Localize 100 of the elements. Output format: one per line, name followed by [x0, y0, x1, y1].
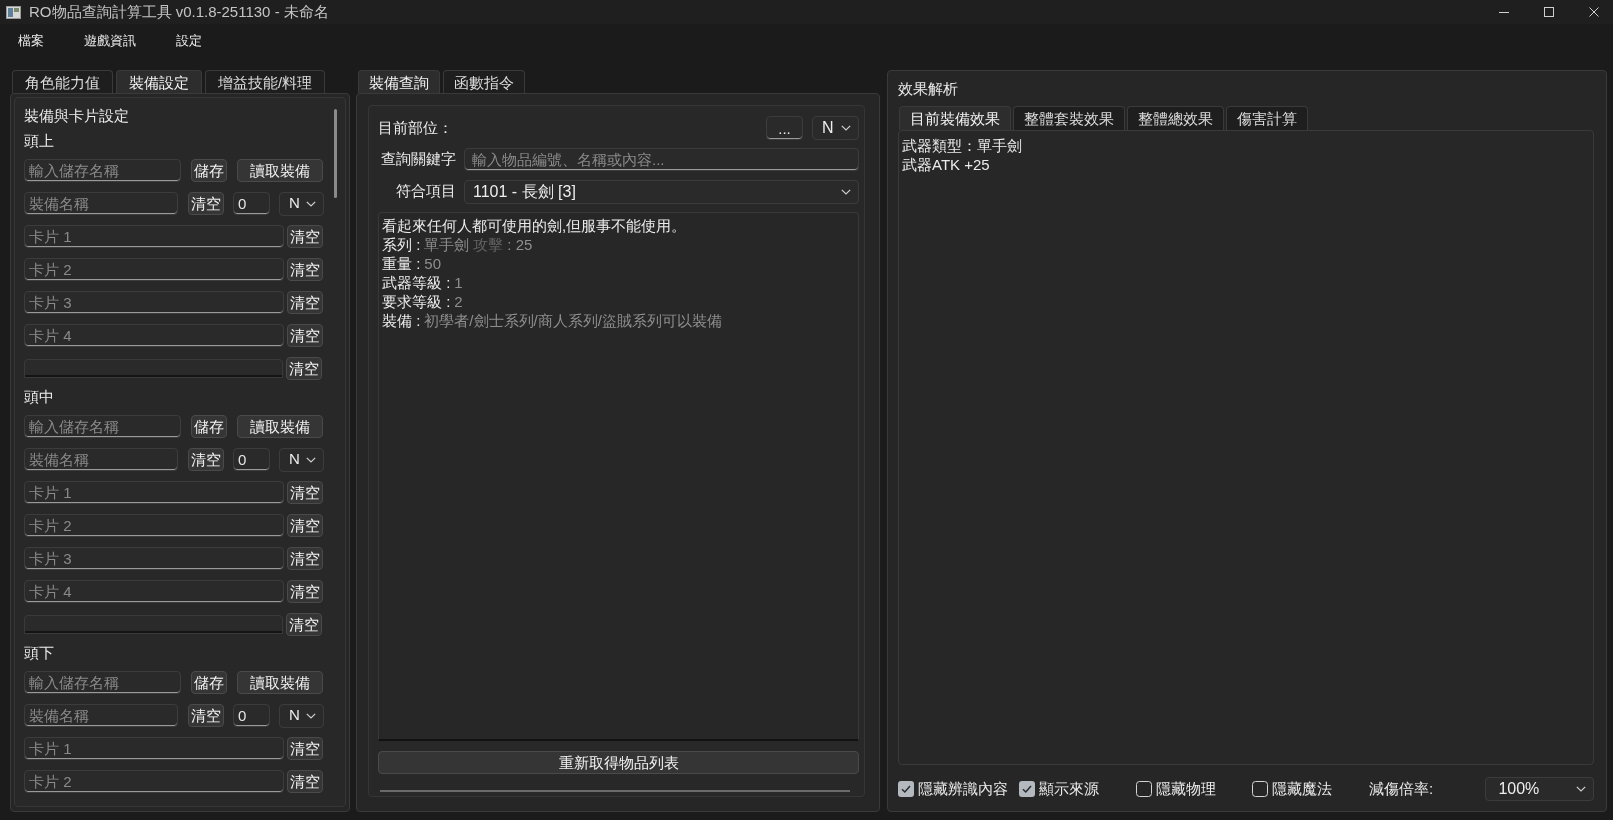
slot-label: 頭中: [24, 387, 54, 407]
checkbox[interactable]: [1252, 781, 1269, 797]
field-label: 查詢關鍵字: [381, 149, 456, 170]
grade-dropdown[interactable]: N: [279, 703, 324, 728]
tab[interactable]: 目前裝備效果: [899, 106, 1011, 130]
description-line: 看起來任何人都可使用的劍,但服事不能使用。: [382, 216, 687, 235]
card-field[interactable]: 卡片 2: [24, 514, 284, 537]
grade-dropdown[interactable]: N: [279, 447, 324, 472]
tab[interactable]: 裝備設定: [116, 70, 202, 93]
field-label: 減傷倍率:: [1368, 778, 1434, 799]
card-field[interactable]: 卡片 1: [24, 225, 284, 248]
clear-button[interactable]: 清空: [188, 192, 224, 215]
save-button[interactable]: 儲存: [191, 671, 227, 694]
load-button[interactable]: 讀取裝備: [237, 671, 323, 694]
clear-button[interactable]: 清空: [286, 613, 322, 636]
tab[interactable]: 整體總效果: [1127, 106, 1224, 130]
maximize-icon[interactable]: [1544, 7, 1554, 17]
refine-field[interactable]: 0: [233, 192, 270, 215]
slot-label: 頭上: [24, 131, 54, 151]
load-button[interactable]: 讀取裝備: [237, 415, 323, 438]
description-line: 裝備 : 初學者/劍士系列/商人系列/盜賊系列可以裝備: [382, 311, 722, 330]
equipment-name-field[interactable]: 裝備名稱: [24, 192, 178, 215]
search-field[interactable]: 輸入物品編號、名稱或內容...: [464, 148, 859, 171]
grade-dropdown[interactable]: N: [812, 116, 859, 140]
grade-dropdown[interactable]: N: [279, 191, 324, 216]
field-label: 目前部位：: [378, 117, 453, 138]
refine-field[interactable]: 0: [233, 448, 270, 471]
card-field[interactable]: 卡片 2: [24, 258, 284, 281]
effect-line: 武器ATK +25: [902, 155, 990, 174]
tab[interactable]: 角色能力值: [12, 70, 113, 93]
load-button[interactable]: 讀取裝備: [237, 159, 323, 182]
menu-item[interactable]: 遊戲資訊: [84, 33, 136, 47]
tab[interactable]: 整體套裝效果: [1013, 106, 1125, 130]
close-icon[interactable]: [1589, 7, 1599, 17]
field-label: 符合項目: [396, 181, 456, 202]
refine-field[interactable]: 0: [233, 704, 270, 727]
tab[interactable]: 函數指令: [443, 70, 525, 93]
card-field[interactable]: 卡片 4: [24, 324, 284, 347]
scrollbar[interactable]: [334, 109, 337, 198]
tab[interactable]: 裝備查詢: [358, 70, 440, 93]
match-dropdown[interactable]: 1101 - 長劍 [3]: [464, 179, 859, 204]
checkbox[interactable]: [1135, 781, 1152, 797]
equipment-name-field[interactable]: 裝備名稱: [24, 704, 178, 727]
chevron-down-icon: [306, 712, 316, 719]
card-field[interactable]: 卡片 2: [24, 770, 284, 793]
custom-effect-field[interactable]: [24, 359, 283, 378]
equipment-name-field[interactable]: 裝備名稱: [24, 448, 178, 471]
checkbox-label: 隱藏辨識內容: [918, 778, 1008, 799]
clear-button[interactable]: 清空: [287, 580, 323, 603]
card-field[interactable]: 卡片 1: [24, 481, 284, 504]
checkbox[interactable]: [898, 781, 914, 797]
section-title: 裝備與卡片設定: [24, 106, 129, 126]
clear-button[interactable]: 清空: [287, 514, 323, 537]
checkbox-label: 隱藏魔法: [1272, 778, 1333, 799]
clear-button[interactable]: 清空: [188, 448, 224, 471]
clear-button[interactable]: 清空: [287, 737, 323, 760]
effect-line: 武器類型：單手劍: [902, 136, 1022, 155]
slot-label: 頭下: [24, 643, 54, 663]
save-name-field[interactable]: 輸入儲存名稱: [24, 671, 181, 694]
chevron-down-icon: [306, 200, 316, 207]
checkbox[interactable]: [1019, 781, 1036, 797]
menu-item[interactable]: 設定: [176, 33, 202, 47]
clear-button[interactable]: 清空: [287, 770, 323, 793]
refresh-button[interactable]: 重新取得物品列表: [378, 751, 859, 774]
save-name-field[interactable]: 輸入儲存名稱: [24, 159, 181, 182]
clear-button[interactable]: 清空: [287, 258, 323, 281]
tab[interactable]: 增益技能/料理: [205, 70, 326, 93]
description-line: 武器等級 : 1: [382, 273, 463, 292]
clear-button[interactable]: 清空: [287, 481, 323, 504]
card-field[interactable]: 卡片 3: [24, 291, 284, 314]
chevron-down-icon: [841, 125, 851, 131]
card-field[interactable]: 卡片 1: [24, 737, 284, 760]
card-field[interactable]: 卡片 4: [24, 580, 284, 603]
panel-title: 效果解析: [898, 79, 958, 99]
menu-item[interactable]: 檔案: [18, 33, 44, 47]
chevron-down-icon: [841, 188, 851, 195]
save-button[interactable]: 儲存: [191, 159, 227, 182]
card-field[interactable]: 卡片 3: [24, 547, 284, 570]
tab[interactable]: 傷害計算: [1226, 106, 1308, 130]
checkbox-label: 顯示來源: [1039, 778, 1100, 799]
clear-button[interactable]: 清空: [188, 704, 224, 727]
slot-field[interactable]: ...: [766, 116, 803, 140]
description-line: 系列 : 單手劍 攻擊 : 25: [382, 235, 533, 254]
app-icon: [6, 5, 21, 19]
chevron-down-icon: [1576, 786, 1586, 792]
save-name-field[interactable]: 輸入儲存名稱: [24, 415, 181, 438]
clear-button[interactable]: 清空: [287, 291, 323, 314]
clear-button[interactable]: 清空: [287, 547, 323, 570]
chevron-down-icon: [306, 456, 316, 463]
checkbox-label: 隱藏物理: [1155, 778, 1216, 799]
clear-button[interactable]: 清空: [287, 324, 323, 347]
window-title: RO物品查詢計算工具 v0.1.8-251130 - 未命名: [29, 1, 329, 22]
save-button[interactable]: 儲存: [191, 415, 227, 438]
description-line: 重量 : 50: [382, 254, 442, 273]
damage-rate-dropdown[interactable]: 100%: [1485, 777, 1594, 801]
minimize-icon[interactable]: [1499, 11, 1509, 13]
custom-effect-field[interactable]: [24, 615, 283, 634]
description-line: 要求等級 : 2: [382, 292, 463, 311]
clear-button[interactable]: 清空: [287, 225, 323, 248]
clear-button[interactable]: 清空: [286, 357, 322, 380]
